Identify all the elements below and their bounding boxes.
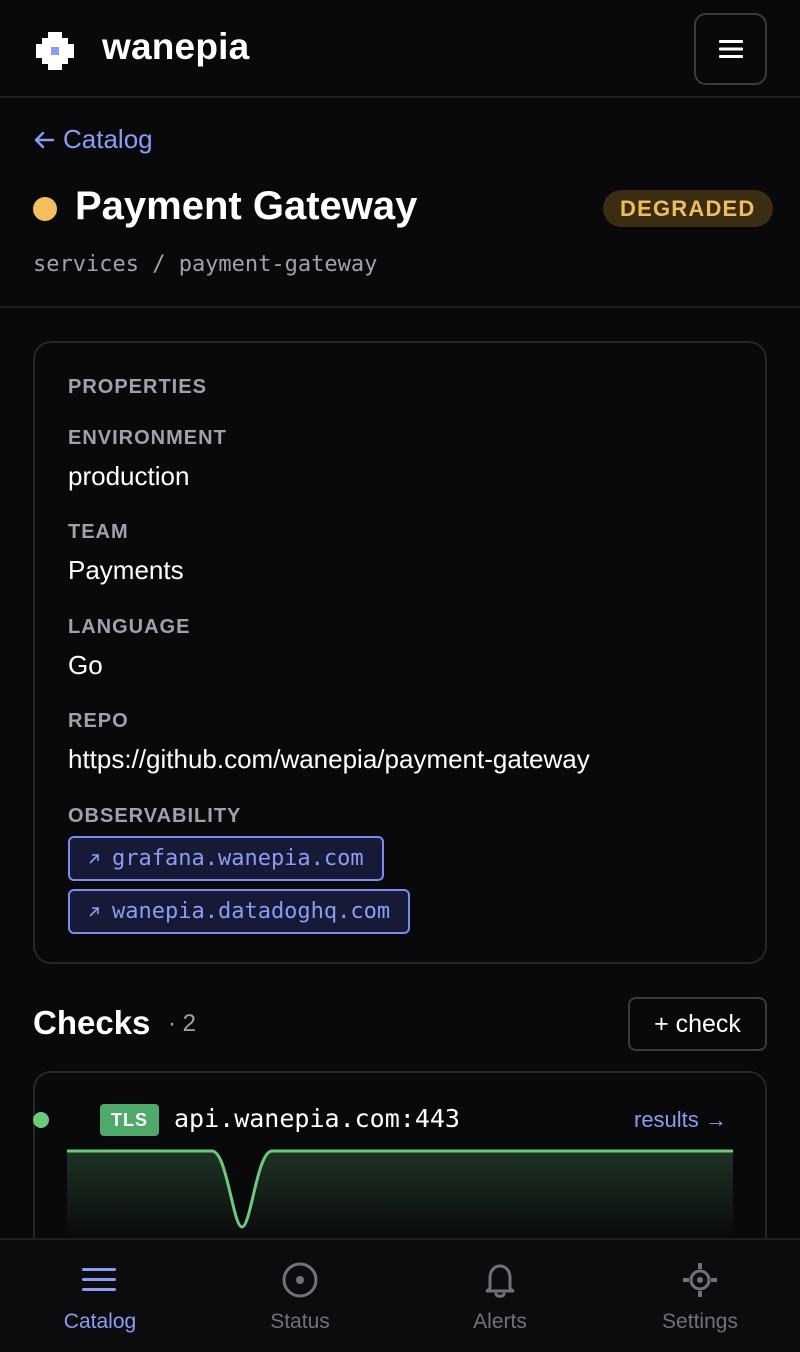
gear-icon bbox=[683, 1263, 717, 1297]
nav-item-alerts[interactable]: Alerts bbox=[400, 1240, 600, 1352]
check-target: api.wanepia.com:443 bbox=[174, 1104, 460, 1133]
repo-label: REPO bbox=[68, 710, 129, 732]
logo-icon[interactable] bbox=[36, 32, 74, 70]
nav-label: Status bbox=[270, 1310, 330, 1333]
bottom-nav: Catalog Status Alerts Settings bbox=[0, 1238, 800, 1352]
language-label: LANGUAGE bbox=[68, 616, 191, 638]
page-title: Payment Gateway bbox=[75, 184, 418, 228]
language-value: Go bbox=[68, 650, 103, 680]
service-status-dot bbox=[33, 197, 57, 221]
add-check-button[interactable]: + check bbox=[628, 997, 767, 1051]
observability-link-grafana[interactable]: grafana.wanepia.com bbox=[68, 836, 384, 881]
nav-label: Settings bbox=[662, 1310, 738, 1333]
nav-label: Alerts bbox=[473, 1310, 527, 1333]
menu-button[interactable] bbox=[694, 13, 767, 85]
environment-label: ENVIRONMENT bbox=[68, 427, 227, 449]
checks-heading: Checks bbox=[33, 1004, 151, 1041]
service-header: Catalog Payment Gateway DEGRADED service… bbox=[0, 98, 800, 308]
bell-icon bbox=[485, 1264, 515, 1298]
nav-label: Catalog bbox=[63, 1310, 137, 1333]
team-value: Payments bbox=[68, 555, 184, 585]
top-bar: wanepia bbox=[0, 0, 800, 98]
check-status-dot bbox=[33, 1112, 49, 1128]
nav-item-catalog[interactable]: Catalog bbox=[0, 1240, 200, 1352]
arrow-up-right-icon bbox=[89, 853, 99, 864]
status-badge: DEGRADED bbox=[603, 190, 773, 227]
app-name[interactable]: wanepia bbox=[102, 26, 249, 68]
service-path: services / payment-gateway bbox=[33, 252, 378, 277]
hamburger-icon bbox=[718, 40, 743, 58]
back-link[interactable]: Catalog bbox=[33, 124, 153, 155]
nav-item-status[interactable]: Status bbox=[200, 1240, 400, 1352]
arrow-left-icon bbox=[34, 131, 55, 148]
check-sparkline bbox=[67, 1149, 733, 1240]
environment-value: production bbox=[68, 461, 190, 491]
arrow-up-right-icon bbox=[89, 906, 99, 917]
nav-item-settings[interactable]: Settings bbox=[600, 1240, 800, 1352]
team-label: TEAM bbox=[68, 521, 129, 543]
properties-card: PROPERTIES ENVIRONMENT production TEAM P… bbox=[33, 341, 767, 964]
checks-count: · 2 bbox=[168, 1010, 197, 1037]
observability-label: OBSERVABILITY bbox=[68, 805, 242, 827]
properties-heading: PROPERTIES bbox=[68, 376, 207, 398]
repo-value[interactable]: https://github.com/wanepia/payment-gatew… bbox=[68, 744, 590, 775]
observability-link-datadog[interactable]: wanepia.datadoghq.com bbox=[68, 889, 411, 934]
list-icon bbox=[82, 1268, 116, 1291]
status-icon bbox=[282, 1262, 318, 1298]
check-type-badge: TLS bbox=[100, 1104, 159, 1136]
back-link-label: Catalog bbox=[63, 124, 153, 154]
results-link[interactable]: results → bbox=[634, 1107, 727, 1133]
observability-link-label: wanepia.datadoghq.com bbox=[112, 899, 391, 924]
observability-link-label: grafana.wanepia.com bbox=[112, 846, 364, 871]
